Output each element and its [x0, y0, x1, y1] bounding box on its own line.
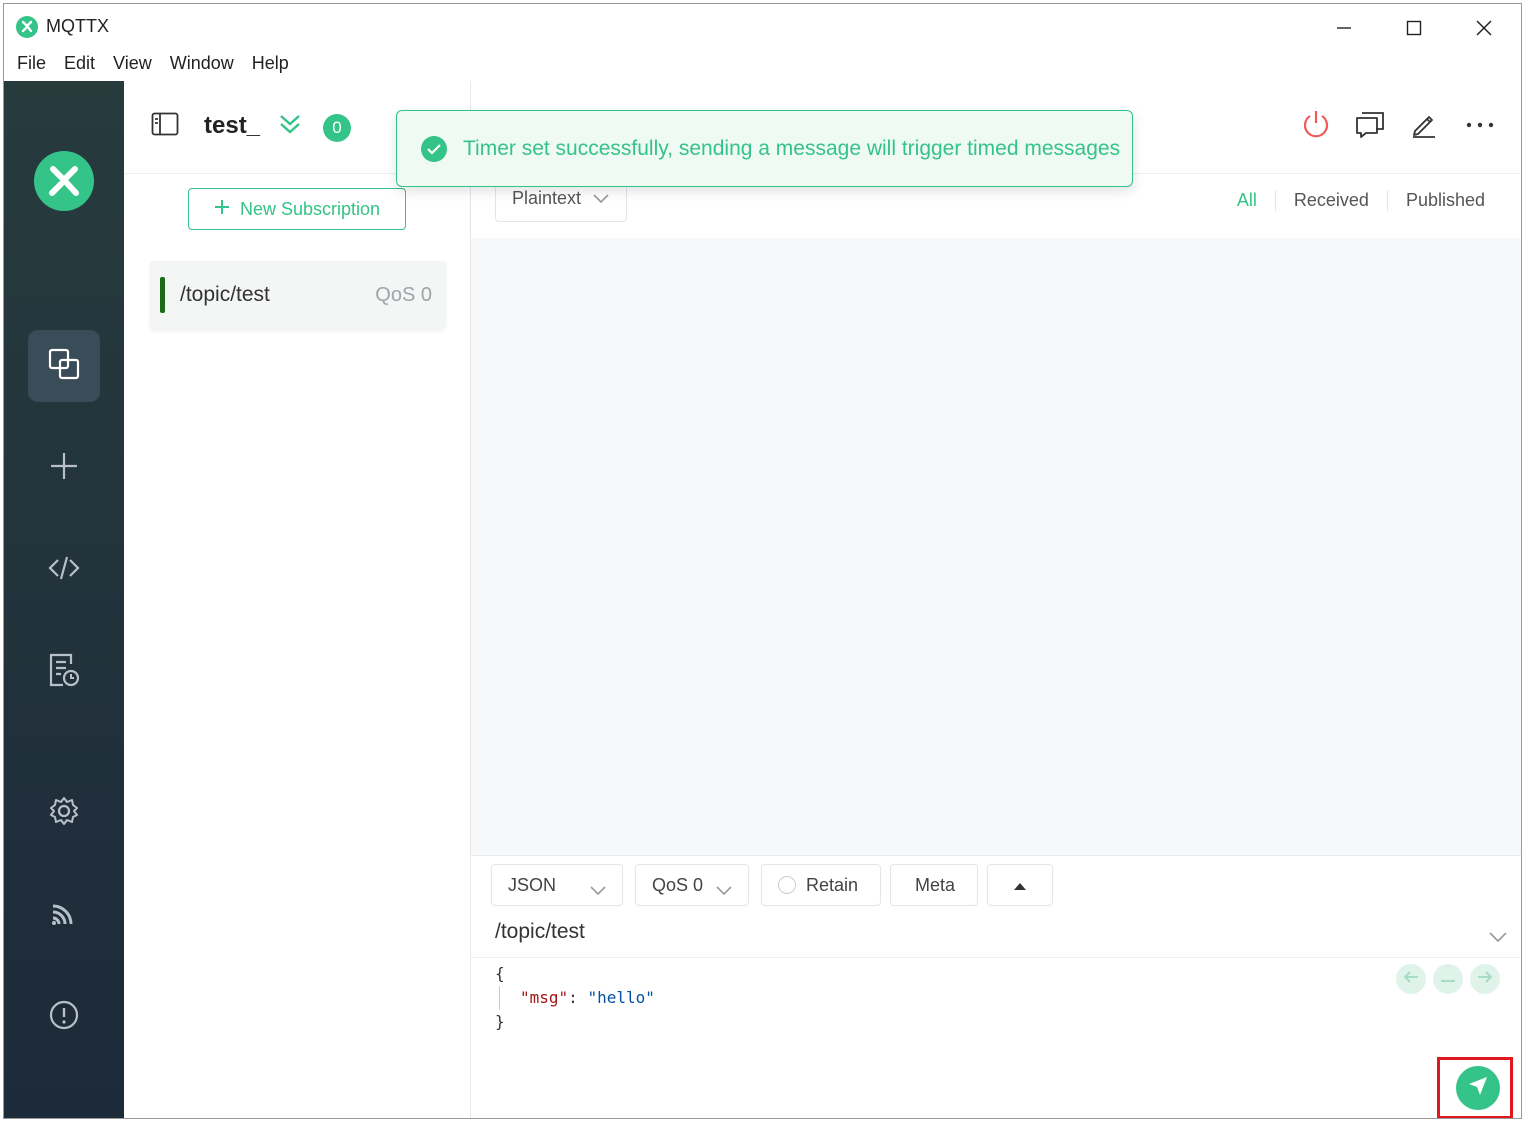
- tab-published[interactable]: Published: [1386, 190, 1503, 211]
- menu-file[interactable]: File: [8, 53, 55, 78]
- menu-view[interactable]: View: [104, 53, 161, 78]
- payload-type-value: Plaintext: [512, 188, 582, 208]
- next-message-button[interactable]: [1470, 964, 1500, 994]
- log-icon: [47, 652, 81, 693]
- tab-all[interactable]: All: [1219, 190, 1275, 211]
- app-window: MQTTX File Edit View Window Help New Sub…: [3, 3, 1522, 1119]
- subscription-color-bar: [160, 277, 165, 313]
- disconnect-button[interactable]: [1298, 108, 1334, 144]
- menu-edit[interactable]: Edit: [55, 53, 104, 78]
- plus-icon: [49, 451, 79, 486]
- new-connection-nav-button[interactable]: [28, 432, 100, 504]
- subscription-topic: /topic/test: [180, 283, 270, 306]
- payload-format-value: JSON: [508, 874, 557, 895]
- connection-name: test_: [204, 112, 261, 139]
- settings-nav-button[interactable]: [28, 777, 100, 849]
- tab-received[interactable]: Received: [1274, 190, 1387, 211]
- chat-icon: [1354, 109, 1386, 144]
- power-icon: [1301, 109, 1331, 144]
- retain-checkbox[interactable]: [778, 876, 796, 894]
- message-list[interactable]: [471, 238, 1521, 855]
- payload-editor[interactable]: { "msg": "hello" }: [495, 962, 655, 1034]
- payload-close-brace: }: [495, 1012, 505, 1031]
- send-button-highlight: [1437, 1057, 1513, 1118]
- gear-icon: [48, 795, 80, 832]
- toggle-sidebar-button[interactable]: [147, 108, 183, 144]
- close-window-button[interactable]: [1454, 10, 1514, 46]
- payload-colon: :: [568, 988, 588, 1007]
- log-nav-button[interactable]: [28, 636, 100, 708]
- feed-nav-button[interactable]: [28, 879, 100, 951]
- payload-key: "msg": [520, 988, 569, 1007]
- message-count-badge: 0: [323, 114, 351, 142]
- retain-label: Retain: [806, 874, 859, 895]
- chevron-down-icon: [593, 188, 609, 209]
- minimize-button[interactable]: [1314, 10, 1374, 46]
- message-tabs: All Received Published: [1219, 190, 1503, 211]
- new-subscription-label: New Subscription: [239, 198, 381, 219]
- edit-connection-button[interactable]: [1406, 108, 1442, 144]
- feed-icon: [49, 898, 79, 933]
- publish-topic-input[interactable]: /topic/test: [495, 920, 585, 944]
- clear-history-button[interactable]: [1433, 964, 1463, 994]
- maximize-button[interactable]: [1384, 10, 1444, 46]
- publish-composer: JSON QoS 0 Retain Meta /topic/test {"ms…: [471, 855, 1521, 1118]
- more-icon: [1465, 117, 1495, 135]
- new-window-button[interactable]: [1352, 108, 1388, 144]
- window-title: MQTTX: [46, 16, 109, 36]
- qos-select[interactable]: QoS 0: [635, 864, 749, 906]
- chevron-down-icon: [590, 880, 606, 901]
- success-toast: Timer set successfully, sending a messag…: [396, 110, 1133, 187]
- toast-message: Timer set successfully, sending a messag…: [463, 136, 1121, 160]
- mqttx-logo-icon: [34, 151, 94, 211]
- script-nav-button[interactable]: [28, 534, 100, 606]
- sidebar-toggle-icon: [151, 112, 179, 141]
- menu-window[interactable]: Window: [161, 53, 243, 78]
- arrow-right-icon: [1477, 970, 1493, 989]
- left-sidebar: [4, 81, 124, 1118]
- chevron-down-icon: [716, 880, 732, 901]
- main-panel: Plaintext All Received Published JSON Qo…: [471, 81, 1521, 1118]
- subscription-qos: QoS 0: [375, 284, 432, 306]
- connections-nav-button[interactable]: [28, 330, 100, 402]
- meta-label: Meta: [915, 874, 956, 895]
- meta-button[interactable]: Meta: [890, 864, 978, 906]
- expand-composer-button[interactable]: [987, 864, 1053, 906]
- qos-value: QoS 0: [652, 874, 704, 895]
- check-circle-icon: [421, 135, 447, 162]
- plus-icon: [214, 199, 230, 220]
- about-nav-button[interactable]: [28, 981, 100, 1053]
- info-icon: [48, 999, 80, 1036]
- mqttx-logo-icon: [16, 16, 38, 38]
- topic-history-chevron-icon[interactable]: [1489, 930, 1507, 948]
- subscriptions-panel: New Subscription /topic/test QoS 0: [124, 81, 471, 1118]
- menu-bar: File Edit View Window Help: [4, 48, 1521, 82]
- subscription-item[interactable]: /topic/test QoS 0: [150, 261, 446, 329]
- more-button[interactable]: [1462, 108, 1498, 144]
- payload-open-brace: {: [495, 964, 505, 983]
- minus-icon: [1440, 970, 1456, 988]
- title-bar: MQTTX: [4, 4, 1521, 48]
- new-subscription-button[interactable]: New Subscription: [188, 188, 406, 230]
- caret-up-icon: [1013, 875, 1027, 896]
- connections-icon: [47, 347, 81, 386]
- menu-help[interactable]: Help: [243, 53, 298, 78]
- edit-icon: [1409, 109, 1439, 144]
- arrow-left-icon: [1403, 970, 1419, 989]
- previous-message-button[interactable]: [1396, 964, 1426, 994]
- collapse-button[interactable]: [272, 108, 308, 144]
- divider: [471, 957, 1521, 958]
- double-chevron-down-icon: [278, 112, 302, 141]
- payload-format-select[interactable]: JSON: [491, 864, 623, 906]
- retain-toggle[interactable]: Retain: [761, 864, 881, 906]
- payload-value: "hello": [587, 988, 655, 1007]
- script-icon: [47, 553, 81, 588]
